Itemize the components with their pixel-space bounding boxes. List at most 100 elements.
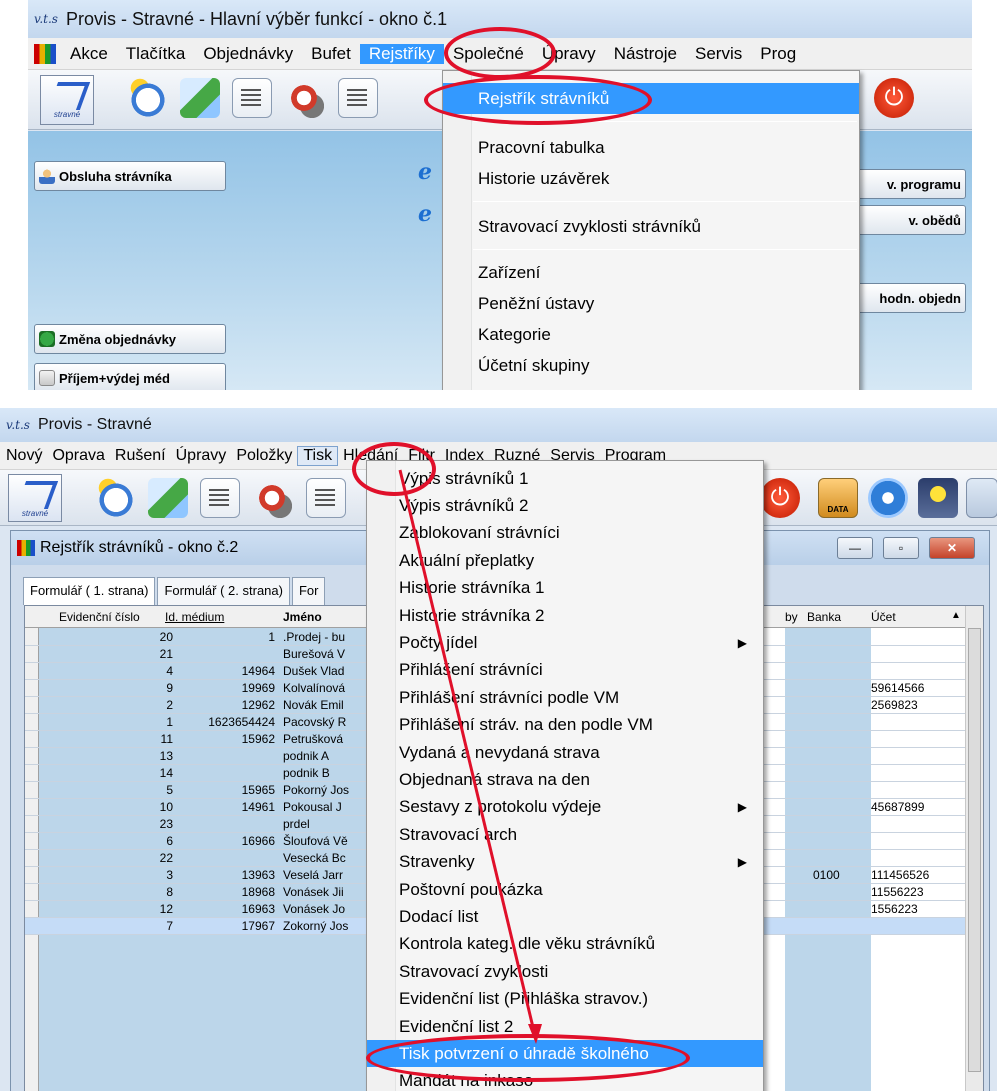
submenu-arrow-icon: ▶: [737, 855, 747, 870]
refresh-icon[interactable]: [180, 78, 220, 118]
person-icon: [39, 168, 55, 184]
menu-item-tisk-5[interactable]: Historie strávníka 2: [367, 602, 763, 629]
document-icon-2[interactable]: [200, 478, 240, 518]
menu-item-tisk-20[interactable]: Evidenční list 2: [367, 1013, 763, 1040]
power-icon[interactable]: [874, 78, 914, 118]
menu-tisk[interactable]: Tisk: [297, 445, 339, 466]
menu-item-penezni-ustavy[interactable]: Peněžní ústavy: [443, 288, 859, 319]
tab-formular-1[interactable]: Formulář ( 1. strana): [23, 577, 156, 605]
menu-akce[interactable]: Akce: [61, 44, 117, 64]
menu-servis[interactable]: Servis: [686, 44, 751, 64]
ie-icon-2[interactable]: e: [418, 203, 440, 225]
stravne-logo-button[interactable]: stravné: [40, 75, 94, 125]
menu-item-label: Přihlášení stráv. na den podle VM: [399, 715, 653, 735]
night-icon[interactable]: [918, 478, 958, 518]
menu-upravy-2[interactable]: Úpravy: [171, 447, 232, 465]
menu-polozky[interactable]: Položky: [231, 447, 297, 465]
menu-item-tisk-22[interactable]: Mandát na inkaso: [367, 1068, 763, 1091]
stravne-logo-button-2[interactable]: stravné: [8, 474, 62, 522]
maximize-button[interactable]: ▫: [883, 537, 919, 559]
prijem-vydej-button[interactable]: Příjem+výdej méd: [34, 363, 226, 390]
menu-item-tisk-6[interactable]: Počty jídel ▶: [367, 629, 763, 656]
col-ucet[interactable]: Účet: [871, 610, 896, 624]
col-evidencni-cislo[interactable]: Evidenční číslo: [59, 610, 140, 624]
menu-item-zarizeni[interactable]: Zařízení: [443, 257, 859, 288]
clock-icon[interactable]: [128, 78, 168, 118]
menu-item-ucetni-skupiny[interactable]: Účetní skupiny: [443, 350, 859, 381]
vertical-scrollbar[interactable]: [965, 606, 983, 1091]
card-reader-icon-2[interactable]: [252, 478, 292, 518]
menu-upravy[interactable]: Úpravy: [533, 44, 605, 64]
menu-item-tisk-10[interactable]: Vydaná a nevydaná strava: [367, 739, 763, 766]
menu-oprava[interactable]: Oprava: [47, 447, 109, 465]
app-menu-icon[interactable]: [34, 43, 56, 64]
menu-item-tisk-12[interactable]: Sestavy z protokolu výdeje ▶: [367, 794, 763, 821]
menu-ruseni[interactable]: Rušení: [110, 447, 171, 465]
menu-objednavky[interactable]: Objednávky: [194, 44, 302, 64]
menu-item-tisk-0[interactable]: Výpis strávníků 1: [367, 465, 763, 492]
menu-bufet[interactable]: Bufet: [302, 44, 360, 64]
cell-jmeno: Burešová V: [283, 647, 346, 661]
menu-program[interactable]: Prog: [751, 44, 805, 64]
document-export-icon-2[interactable]: [306, 478, 346, 518]
col-by[interactable]: by: [785, 610, 798, 624]
cell-id-medium: 18968: [241, 885, 275, 899]
menu-item-tisk-19[interactable]: Evidenční list (Přihláška stravov.): [367, 986, 763, 1013]
menu-item-rejstrik-stravniku[interactable]: Rejstřík strávníků: [443, 83, 859, 114]
menu-item-tridy[interactable]: Třídy: [443, 381, 859, 391]
refresh-icon-2[interactable]: [148, 478, 188, 518]
col-banka[interactable]: Banka: [807, 610, 841, 624]
tab-formular-3[interactable]: For: [291, 577, 326, 605]
cell-jmeno: Pacovský R: [283, 715, 347, 729]
card-reader-icon[interactable]: [284, 78, 324, 118]
menu-item-tisk-7[interactable]: Přihlášení strávníci: [367, 657, 763, 684]
tab-formular-2[interactable]: Formulář ( 2. strana): [157, 577, 290, 605]
ie-icon[interactable]: e: [418, 161, 440, 183]
menu-nastroje[interactable]: Nástroje: [605, 44, 686, 64]
power-icon-2[interactable]: [760, 478, 800, 518]
objedn-button[interactable]: hodn. objedn: [848, 283, 966, 313]
menu-item-stravovaci-zvyklosti[interactable]: Stravovací zvyklosti strávníků: [443, 211, 859, 242]
menu-item-tisk-1[interactable]: Výpis strávníků 2: [367, 492, 763, 519]
obedu-button[interactable]: v. obědů: [848, 205, 966, 235]
menu-item-historie-uzaverek[interactable]: Historie uzávěrek: [443, 163, 859, 194]
data-icon[interactable]: DATA: [818, 478, 858, 518]
zmena-objednavky-button[interactable]: Změna objednávky: [34, 324, 226, 354]
menu-item-tisk-14[interactable]: Stravenky ▶: [367, 849, 763, 876]
programu-button[interactable]: v. programu: [848, 169, 966, 199]
obsluha-stravnika-button[interactable]: Obsluha strávníka: [34, 161, 226, 191]
menu-item-tisk-13[interactable]: Stravovací arch: [367, 821, 763, 848]
menu-item-tisk-18[interactable]: Stravovací zvyklosti: [367, 958, 763, 985]
network-icon[interactable]: [966, 478, 997, 518]
scroll-up-icon[interactable]: ▲: [951, 610, 961, 621]
menu-item-tisk-15[interactable]: Poštovní poukázka: [367, 876, 763, 903]
cell-id-medium: 17967: [241, 919, 275, 933]
menu-tlacitka[interactable]: Tlačítka: [117, 44, 195, 64]
menu-item-pracovni-tabulka[interactable]: Pracovní tabulka: [443, 132, 859, 163]
menu-item-tisk-4[interactable]: Historie strávníka 1: [367, 575, 763, 602]
menu-novy[interactable]: Nový: [0, 447, 47, 465]
menu-item-kategorie[interactable]: Kategorie: [443, 319, 859, 350]
minimize-button[interactable]: —: [837, 537, 873, 559]
document-icon[interactable]: [232, 78, 272, 118]
menu-item-tisk-17[interactable]: Kontrola kateg. dle věku strávníků: [367, 931, 763, 958]
form-tabs: Formulář ( 1. strana) Formulář ( 2. stra…: [23, 577, 327, 605]
settings-icon[interactable]: [868, 478, 908, 518]
close-button[interactable]: ✕: [929, 537, 975, 559]
col-id-medium[interactable]: Id. médium: [165, 610, 224, 624]
menu-item-label: Dodací list: [399, 906, 479, 926]
clock-icon-2[interactable]: [96, 478, 136, 518]
col-jmeno[interactable]: Jméno: [283, 610, 322, 624]
menu-item-tisk-3[interactable]: Aktuální přeplatky: [367, 547, 763, 574]
cell-jmeno: prdel: [283, 817, 310, 831]
menu-spolecne[interactable]: Společné: [444, 44, 533, 64]
scroll-thumb[interactable]: [968, 628, 981, 1072]
menu-item-tisk-16[interactable]: Dodací list: [367, 903, 763, 930]
menu-item-tisk-9[interactable]: Přihlášení stráv. na den podle VM: [367, 712, 763, 739]
menu-rejstriky[interactable]: Rejstříky: [359, 43, 444, 64]
menu-item-tisk-8[interactable]: Přihlášení strávníci podle VM: [367, 684, 763, 711]
menu-item-tisk-11[interactable]: Objednaná strava na den: [367, 766, 763, 793]
document-export-icon[interactable]: [338, 78, 378, 118]
menu-item-tisk-21[interactable]: Tisk potvrzení o úhradě školného: [367, 1040, 763, 1068]
menu-item-tisk-2[interactable]: Zablokovaní strávníci: [367, 520, 763, 547]
